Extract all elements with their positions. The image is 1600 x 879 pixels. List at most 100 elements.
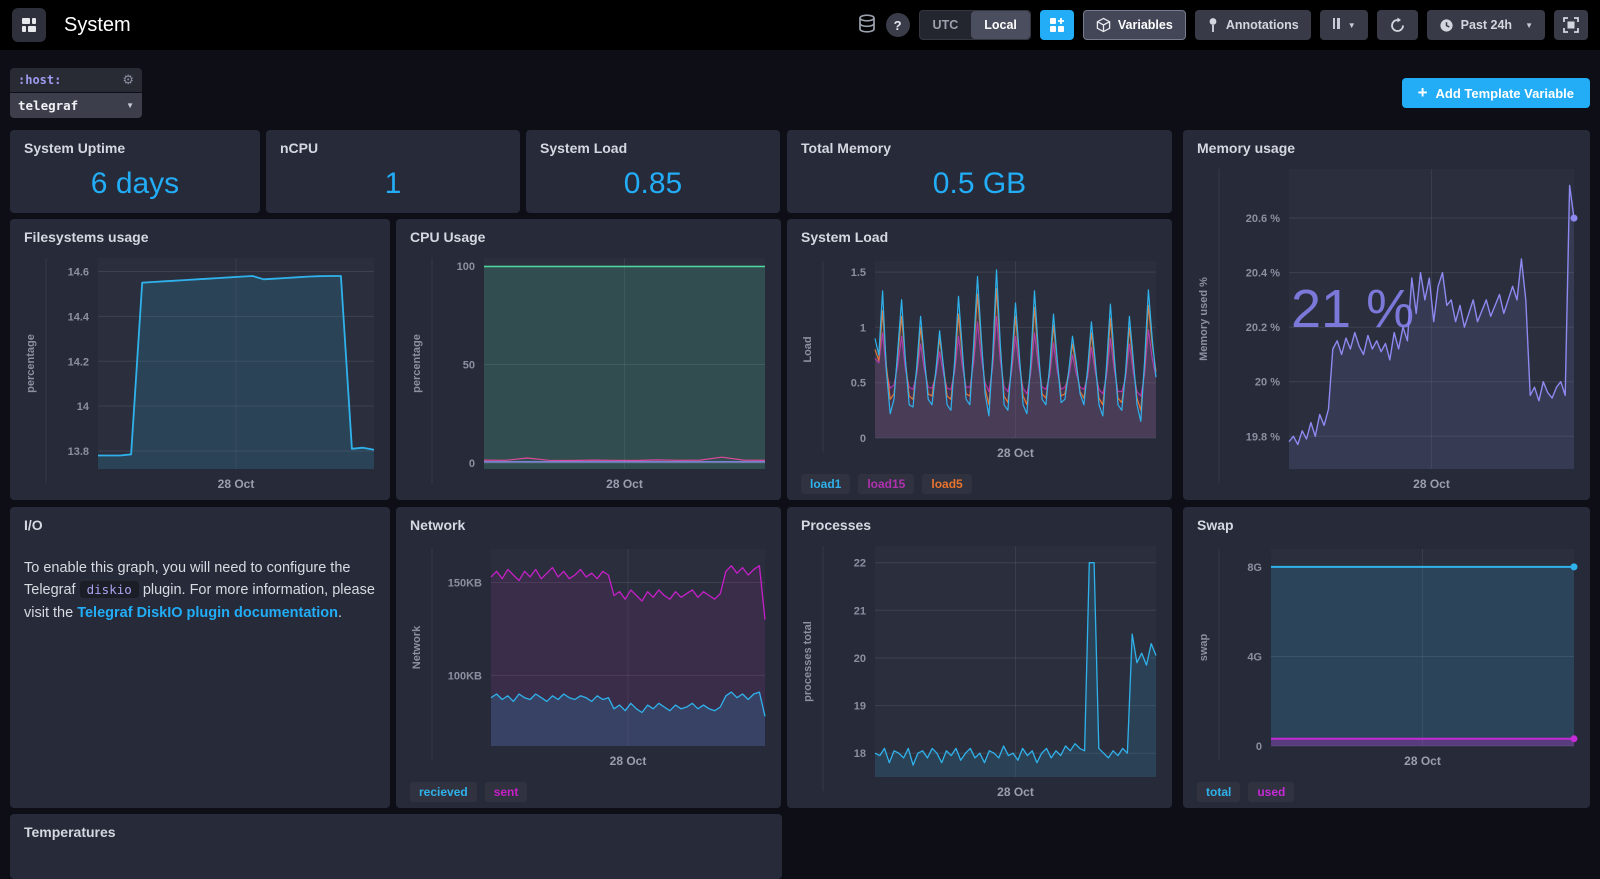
panel-title[interactable]: Swap (1183, 507, 1590, 539)
svg-text:0: 0 (860, 433, 866, 445)
template-variable-pill: :host: ⚙ (10, 68, 142, 92)
panel-title[interactable]: Processes (787, 507, 1172, 536)
memory-usage-chart: 19.8 %20 %20.2 %20.4 %20.6 %28 OctMemory… (1183, 159, 1590, 500)
svg-text:19.8 %: 19.8 % (1246, 431, 1280, 443)
chevron-down-icon: ▼ (1348, 21, 1356, 30)
help-icon-button[interactable]: ? (886, 13, 910, 37)
svg-text:14.6: 14.6 (68, 267, 89, 279)
add-template-variable-label: Add Template Variable (1436, 86, 1574, 101)
timezone-toggle: UTC Local (919, 10, 1031, 40)
panel-title[interactable]: System Load (787, 219, 1172, 251)
stat-value: 6 days (10, 154, 260, 213)
panel-system-load-chart: System Load 00.511.528 OctLoad load1load… (787, 219, 1172, 500)
legend-item-load5[interactable]: load5 (922, 474, 971, 494)
svg-text:20.4 %: 20.4 % (1246, 268, 1280, 280)
panel-title[interactable]: Temperatures (10, 814, 782, 848)
panel-memory-usage: Memory usage 19.8 %20 %20.2 %20.4 %20.6 … (1183, 130, 1590, 500)
filesystems-chart: 13.81414.214.414.628 Octpercentage (10, 248, 390, 500)
svg-text:20: 20 (854, 653, 866, 665)
legend-item-total[interactable]: total (1197, 782, 1240, 802)
pause-refresh-dropdown[interactable]: ▼ (1320, 10, 1368, 40)
panel-title[interactable]: Memory usage (1183, 130, 1590, 159)
time-range-dropdown[interactable]: Past 24h ▼ (1427, 10, 1545, 40)
local-toggle-option[interactable]: Local (971, 11, 1030, 39)
io-text-after: . (338, 605, 342, 621)
svg-text:28 Oct: 28 Oct (1404, 754, 1441, 768)
panel-swap: Swap 04G8G28 Octswap totalused (1183, 507, 1590, 808)
legend-item-used[interactable]: used (1248, 782, 1294, 802)
svg-text:28 Oct: 28 Oct (1413, 477, 1450, 491)
svg-text:0.5: 0.5 (851, 378, 866, 390)
svg-text:22: 22 (854, 558, 866, 570)
template-variable-value: telegraf (18, 98, 78, 113)
utc-toggle-option[interactable]: UTC (920, 11, 972, 39)
refresh-button[interactable] (1377, 10, 1418, 40)
svg-text:28 Oct: 28 Oct (997, 446, 1034, 460)
database-icon-button[interactable] (857, 14, 877, 36)
legend-item-sent[interactable]: sent (485, 782, 528, 802)
page-title: System (64, 14, 131, 37)
annotations-button[interactable]: Annotations (1195, 10, 1311, 40)
panel-title[interactable]: Filesystems usage (10, 219, 390, 248)
dashboards-icon-button[interactable] (12, 8, 46, 42)
chevron-down-icon: ▼ (126, 101, 134, 110)
swap-legend: total used (1183, 777, 1590, 808)
svg-text:21: 21 (854, 605, 866, 617)
panel-cpu-usage: CPU Usage 05010028 Octpercentage (396, 219, 781, 500)
legend-item-recieved[interactable]: recieved (410, 782, 477, 802)
cube-icon (1096, 17, 1111, 33)
svg-text:processes total: processes total (802, 621, 814, 702)
legend-item-load15[interactable]: load15 (858, 474, 914, 494)
top-navbar: System ? UTC Local (0, 0, 1600, 50)
fullscreen-button[interactable] (1554, 10, 1588, 40)
legend-item-load1[interactable]: load1 (801, 474, 850, 494)
svg-text:20 %: 20 % (1255, 377, 1280, 389)
database-icon (857, 14, 877, 36)
svg-text:Memory used %: Memory used % (1198, 277, 1210, 361)
processes-chart: 181920212228 Octprocesses total (787, 536, 1172, 808)
add-cell-icon (1048, 16, 1066, 34)
svg-text:18: 18 (854, 748, 866, 760)
refresh-icon (1389, 17, 1406, 34)
network-legend: recieved sent (396, 777, 781, 808)
svg-text:percentage: percentage (411, 334, 423, 393)
template-variable-name: :host: (18, 73, 61, 87)
svg-text:14.4: 14.4 (68, 311, 90, 323)
add-template-variable-button[interactable]: + Add Template Variable (1402, 78, 1590, 108)
io-code-snippet: diskio (80, 581, 139, 598)
cpu-usage-chart: 05010028 Octpercentage (396, 248, 781, 500)
gear-icon[interactable]: ⚙ (122, 72, 134, 88)
svg-text:swap: swap (1198, 633, 1210, 661)
panel-title[interactable]: I/O (10, 507, 390, 541)
svg-text:0: 0 (1256, 741, 1262, 753)
svg-text:28 Oct: 28 Oct (218, 477, 255, 491)
pause-icon (1332, 18, 1341, 32)
add-cell-button[interactable] (1040, 10, 1074, 40)
telegraf-diskio-doc-link[interactable]: Telegraf DiskIO plugin documentation (77, 605, 338, 621)
stat-value: 0.5 GB (787, 154, 1172, 213)
panel-system-uptime: System Uptime 6 days (10, 130, 260, 213)
time-range-label: Past 24h (1461, 18, 1512, 32)
svg-text:Load: Load (802, 336, 814, 362)
panel-temperatures: Temperatures (10, 814, 782, 879)
svg-text:0: 0 (469, 458, 475, 470)
svg-text:28 Oct: 28 Oct (606, 477, 643, 491)
system-load-chart: 00.511.528 OctLoad (787, 251, 1172, 469)
panel-processes: Processes 181920212228 Octprocesses tota… (787, 507, 1172, 808)
svg-text:150KB: 150KB (448, 577, 482, 589)
template-variable-dropdown[interactable]: telegraf ▼ (10, 93, 142, 118)
svg-text:28 Oct: 28 Oct (997, 785, 1034, 799)
svg-text:50: 50 (463, 360, 475, 372)
svg-text:Network: Network (411, 625, 423, 669)
plus-icon: + (1418, 83, 1428, 103)
panel-ncpu: nCPU 1 (266, 130, 520, 213)
swap-chart: 04G8G28 Octswap (1183, 539, 1590, 777)
variables-button[interactable]: Variables (1083, 10, 1186, 40)
panel-title[interactable]: CPU Usage (396, 219, 781, 248)
panel-io: I/O To enable this graph, you will need … (10, 507, 390, 808)
clock-icon (1439, 18, 1454, 33)
io-note-text: To enable this graph, you will need to c… (10, 541, 390, 640)
svg-text:100KB: 100KB (448, 670, 482, 682)
panel-filesystems-usage: Filesystems usage 13.81414.214.414.628 O… (10, 219, 390, 500)
panel-title[interactable]: Network (396, 507, 781, 539)
